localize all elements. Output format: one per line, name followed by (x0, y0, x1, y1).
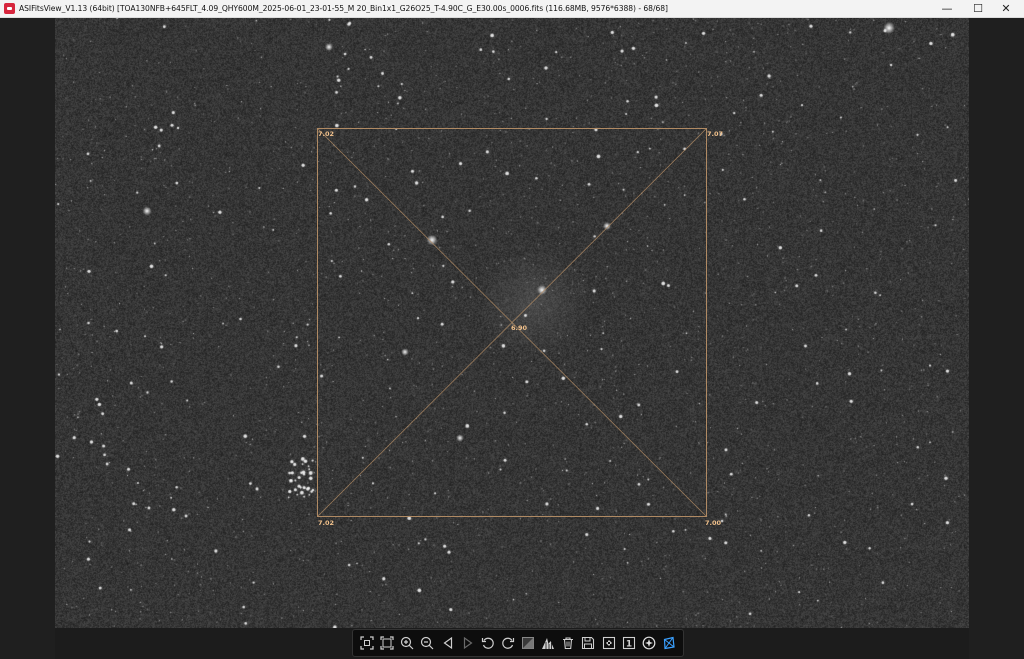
zoom-out-button[interactable] (419, 635, 435, 651)
stretch-button[interactable] (520, 635, 536, 651)
fwhm-center: 6.90 (511, 324, 528, 332)
tilt-analysis-icon (663, 636, 675, 650)
histogram-button[interactable] (540, 635, 556, 651)
actual-size-icon (380, 636, 394, 650)
fullscreen-icon (602, 636, 615, 650)
rotate-cw-icon (502, 637, 515, 649)
trash-icon (563, 637, 574, 650)
right-margin (969, 18, 1024, 659)
tilt-analysis-overlay: 7.02 7.07 6.90 7.02 7.00 (317, 128, 723, 527)
triangle-left-icon (443, 636, 452, 650)
histogram-icon (542, 638, 555, 649)
title-bar[interactable]: ASIFitsView_V1.13 (64bit) [TOA130NFB+645… (0, 0, 1024, 18)
triangle-right-icon (463, 636, 473, 650)
actual-size-button[interactable] (379, 635, 395, 651)
maximize-button[interactable]: ☐ (964, 0, 992, 18)
minimize-button[interactable]: — (933, 0, 961, 18)
rotate-ccw-icon (481, 637, 494, 649)
window-title: ASIFitsView_V1.13 (64bit) [TOA130NFB+645… (19, 4, 668, 13)
stretch-icon (522, 637, 535, 649)
one-to-one-label: 1 (626, 640, 632, 650)
save-icon (582, 636, 595, 650)
fwhm-top-left: 7.02 (318, 130, 334, 138)
app-logo-icon (4, 3, 15, 14)
fwhm-bottom-left: 7.02 (318, 519, 334, 527)
fullscreen-button[interactable] (601, 635, 617, 651)
zoom-in-button[interactable] (399, 635, 415, 651)
tilt-analysis-button[interactable] (661, 635, 677, 651)
star-detect-icon (642, 636, 656, 650)
close-button[interactable]: ✕ (992, 0, 1020, 18)
fwhm-top-right: 7.07 (707, 130, 723, 138)
previous-image-button[interactable] (440, 635, 456, 651)
fit-window-button[interactable] (359, 635, 375, 651)
left-margin (0, 18, 55, 659)
zoom-in-icon (401, 636, 414, 650)
fwhm-bottom-right: 7.00 (705, 519, 722, 527)
save-button[interactable] (580, 635, 596, 651)
image-toolbar: 1 (352, 629, 684, 657)
star-detect-button[interactable] (641, 635, 657, 651)
image-viewport[interactable]: 7.02 7.07 6.90 7.02 7.00 (55, 18, 969, 628)
delete-button[interactable] (560, 635, 576, 651)
next-image-button[interactable] (460, 635, 476, 651)
fit-window-icon (360, 636, 374, 650)
zoom-out-icon (421, 636, 434, 650)
one-to-one-icon: 1 (622, 636, 635, 650)
rotate-left-button[interactable] (480, 635, 496, 651)
one-to-one-button[interactable]: 1 (621, 635, 637, 651)
app-window: ASIFitsView_V1.13 (64bit) [TOA130NFB+645… (0, 0, 1024, 659)
rotate-right-button[interactable] (500, 635, 516, 651)
